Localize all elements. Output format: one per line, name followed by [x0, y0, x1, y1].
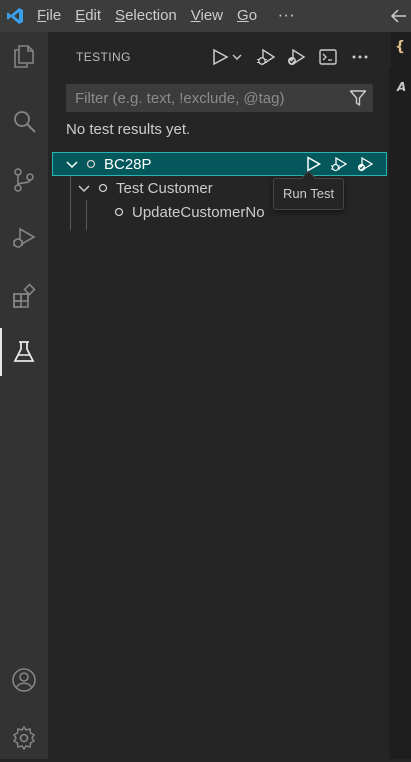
activity-bar	[0, 32, 48, 759]
testing-sidebar: TESTING No test results yet.	[48, 32, 389, 759]
sidebar-title: TESTING	[76, 50, 131, 64]
tree-item-label: Test Customer	[116, 179, 213, 197]
debug-test-icon[interactable]	[327, 152, 351, 176]
editor-breadcrumb: A	[397, 80, 407, 94]
menu-go[interactable]: Go	[230, 0, 264, 32]
chevron-down-icon[interactable]	[64, 156, 80, 172]
test-status-circle-icon	[86, 159, 96, 169]
terminal-output-icon[interactable]	[316, 45, 340, 69]
tree-item-label: BC28P	[104, 155, 152, 173]
menu-file[interactable]: File	[30, 0, 68, 32]
test-status-message: No test results yet.	[66, 121, 191, 138]
tree-indent-guide	[70, 176, 71, 230]
more-actions-icon[interactable]	[348, 45, 372, 69]
run-test-tooltip: Run Test	[273, 178, 345, 210]
chevron-down-icon[interactable]	[76, 180, 92, 196]
source-control-icon[interactable]	[0, 156, 48, 204]
accounts-icon[interactable]	[0, 656, 48, 704]
chevron-down-icon[interactable]	[230, 45, 244, 69]
tree-item-bc28p[interactable]: BC28P	[52, 152, 387, 176]
sidebar-header: TESTING	[48, 32, 389, 82]
run-test-icon[interactable]	[301, 152, 325, 176]
test-filter-box	[66, 84, 373, 112]
run-debug-icon[interactable]	[0, 214, 48, 262]
explorer-icon[interactable]	[0, 32, 48, 80]
manage-gear-icon[interactable]	[0, 714, 48, 762]
menu-view[interactable]: View	[184, 0, 230, 32]
editor-area: { A	[389, 32, 411, 759]
test-filter-input[interactable]	[66, 84, 336, 112]
title-bar: File Edit Selection View Go ···	[0, 0, 411, 32]
json-file-icon: {	[395, 39, 405, 55]
test-status-circle-icon	[98, 183, 108, 193]
run-with-coverage-icon[interactable]	[284, 45, 308, 69]
editor-tab-bar: {	[389, 32, 411, 68]
tree-item-actions	[301, 152, 377, 176]
testing-icon[interactable]	[0, 328, 48, 376]
menu-selection[interactable]: Selection	[108, 0, 184, 32]
vscode-logo-icon	[0, 0, 30, 32]
extensions-icon[interactable]	[0, 272, 48, 320]
filter-funnel-icon[interactable]	[349, 89, 367, 107]
test-status-circle-icon	[114, 207, 124, 217]
tree-indent-guide	[86, 200, 87, 230]
debug-all-tests-icon[interactable]	[254, 45, 278, 69]
run-with-coverage-icon[interactable]	[353, 152, 377, 176]
run-all-tests-icon[interactable]	[208, 45, 232, 69]
search-icon[interactable]	[0, 98, 48, 146]
tree-item-label: UpdateCustomerNo	[132, 203, 265, 221]
menu-edit[interactable]: Edit	[68, 0, 108, 32]
editor-tab[interactable]: {	[391, 32, 411, 67]
back-arrow-icon[interactable]	[389, 6, 409, 26]
menu-more-button[interactable]: ···	[278, 7, 295, 25]
